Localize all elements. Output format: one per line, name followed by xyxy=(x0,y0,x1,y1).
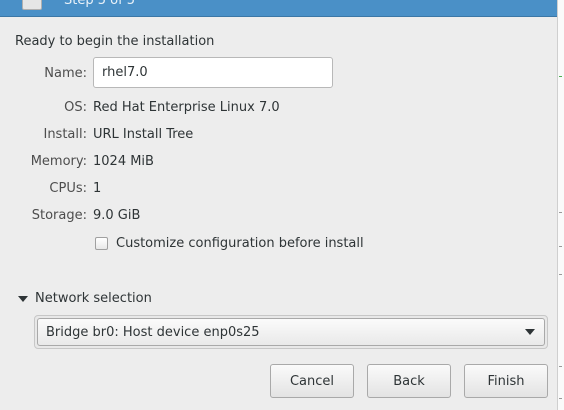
window-titlebar: Step 5 of 5 xyxy=(0,0,558,17)
customize-option[interactable]: Customize configuration before install xyxy=(95,236,364,251)
os-value: Red Hat Enterprise Linux 7.0 xyxy=(93,100,280,115)
network-source-value: Bridge br0: Host device enp0s25 xyxy=(46,324,260,340)
customize-checkbox[interactable] xyxy=(95,237,108,250)
edge-mark xyxy=(559,398,562,399)
cancel-button[interactable]: Cancel xyxy=(270,364,354,398)
edge-mark xyxy=(559,212,562,213)
window-title: Step 5 of 5 xyxy=(64,0,136,8)
name-field[interactable] xyxy=(93,57,333,88)
name-label: Name: xyxy=(44,66,87,81)
network-selection-label[interactable]: Network selection xyxy=(35,291,152,306)
cpus-label: CPUs: xyxy=(49,181,87,196)
edge-mark xyxy=(559,76,562,77)
customize-label[interactable]: Customize configuration before install xyxy=(116,236,364,251)
expander-triangle-icon[interactable] xyxy=(18,295,28,302)
network-source-dropdown[interactable]: Bridge br0: Host device enp0s25 xyxy=(37,318,545,346)
install-value: URL Install Tree xyxy=(93,127,194,142)
network-selection-expander[interactable]: Network selection xyxy=(18,291,152,306)
finish-button[interactable]: Finish xyxy=(464,364,548,398)
cpus-value: 1 xyxy=(93,181,102,196)
memory-label: Memory: xyxy=(30,154,87,169)
install-label: Install: xyxy=(43,127,87,142)
edge-mark xyxy=(559,274,562,275)
background-window-edge xyxy=(557,0,564,410)
intro-text: Ready to begin the installation xyxy=(15,34,215,49)
edge-mark xyxy=(559,246,562,247)
back-button[interactable]: Back xyxy=(367,364,451,398)
edge-mark xyxy=(559,366,562,367)
dropdown-arrow-icon[interactable] xyxy=(525,329,535,335)
memory-value: 1024 MiB xyxy=(93,154,154,169)
os-label: OS: xyxy=(64,100,87,115)
app-icon xyxy=(22,0,42,10)
storage-value: 9.0 GiB xyxy=(93,208,141,223)
storage-label: Storage: xyxy=(31,208,87,223)
